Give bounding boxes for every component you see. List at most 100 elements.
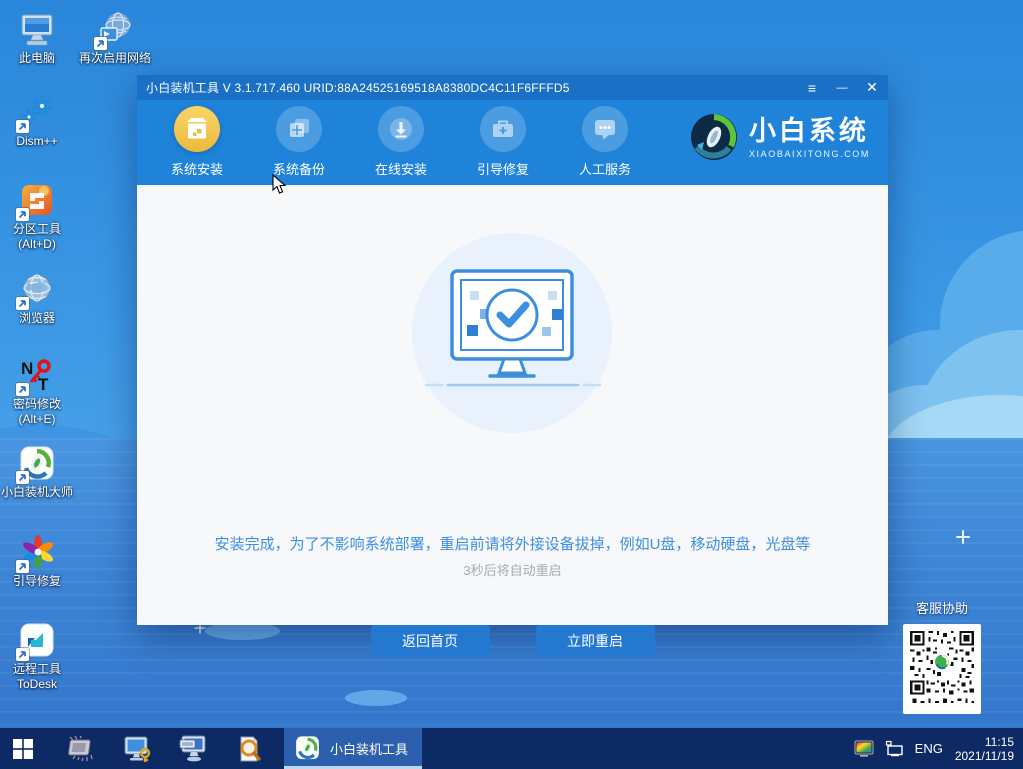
- desktop-icon-label: 分区工具: [12, 222, 61, 236]
- windows-backup-icon: [276, 106, 322, 152]
- xiaobai-logo-icon: [690, 114, 737, 160]
- window-tabbar: 系统安装 系统备份 在线安装 引导修复 人工服务 小白系统 XIAOBAIXIT…: [137, 100, 888, 185]
- support-qr-panel: 客服协助: [896, 598, 988, 714]
- active-app-label: 小白装机工具: [330, 742, 409, 757]
- qr-title: 客服协助: [915, 601, 968, 616]
- clock-date: 2021/11/19: [954, 748, 1014, 763]
- chat-bubble-icon: [582, 106, 628, 152]
- sparkle: [956, 530, 970, 544]
- desktop-icon-browser[interactable]: 浏览器: [0, 272, 80, 326]
- desktop-icon-label2: (Alt+E): [18, 412, 56, 426]
- desktop-icon-enable-network[interactable]: 再次启用网络: [72, 12, 158, 66]
- monitor-keyboard-icon: [179, 735, 206, 761]
- desktop-icon-xiaobai-master[interactable]: 小白装机大师: [0, 446, 80, 500]
- monitor-key-icon: [124, 736, 151, 762]
- chip-icon: [68, 735, 93, 761]
- brand-name: 小白系统: [748, 115, 869, 146]
- desktop: 此电脑 再次启用网络 Dism++ 分区工具 (Alt+D) 浏览器 N T 密…: [0, 0, 1023, 769]
- svg-text:T: T: [38, 375, 49, 394]
- browser-globe-icon: [16, 272, 56, 310]
- language-indicator[interactable]: ENG: [915, 741, 943, 756]
- shortcut-arrow-icon: [16, 120, 29, 133]
- svg-text:N: N: [21, 359, 33, 378]
- desktop-icon-label2: (Alt+D): [18, 237, 56, 251]
- taskbar-active-app[interactable]: 小白装机工具: [284, 728, 423, 769]
- network-globe-icon: [94, 12, 134, 50]
- tab-boot-repair[interactable]: 引导修复: [457, 106, 549, 178]
- this-pc-icon: [18, 12, 56, 48]
- taskbar-search-doc-app[interactable]: [228, 728, 270, 769]
- desktop-icon-label: 引导修复: [12, 574, 61, 588]
- shortcut-arrow-icon: [16, 383, 29, 396]
- taskbar: 小白装机工具 ENG 11:15 2021/11/19: [0, 728, 1023, 769]
- network-status-icon[interactable]: [885, 740, 905, 757]
- shortcut-arrow-icon: [16, 471, 29, 484]
- shortcut-arrow-icon: [16, 560, 29, 573]
- desktop-icon-label: 远程工具: [12, 662, 61, 676]
- desktop-icon-dism[interactable]: Dism++: [0, 95, 80, 149]
- minimize-icon[interactable]: —: [834, 82, 850, 94]
- tab-system-backup[interactable]: 系统备份: [253, 106, 345, 178]
- tab-label: 人工服务: [578, 162, 631, 177]
- download-icon: [378, 106, 424, 152]
- window-title: 小白装机工具 V 3.1.717.460 URID:88A24525169518…: [146, 81, 570, 95]
- restart-now-button[interactable]: 立即重启: [535, 625, 655, 657]
- clock-time: 11:15: [984, 734, 1014, 749]
- taskbar-clock[interactable]: 11:15 2021/11/19: [955, 735, 1023, 763]
- desktop-icon-label: 浏览器: [18, 311, 55, 325]
- xiaobai-app-icon: [296, 736, 319, 760]
- tab-label: 系统安装: [170, 162, 223, 177]
- toolbox-icon: [480, 106, 526, 152]
- taskbar-cpu-app[interactable]: [60, 728, 102, 769]
- countdown-text: 3秒后将自动重启: [463, 563, 562, 578]
- taskbar-display-keyboard-app[interactable]: [172, 728, 214, 769]
- system-tray: ENG 11:15 2021/11/19: [854, 728, 1023, 769]
- desktop-icon-todesk[interactable]: 远程工具 ToDesk: [0, 623, 80, 692]
- tab-online-install[interactable]: 在线安装: [355, 106, 447, 178]
- gears-icon: [16, 95, 56, 133]
- menu-icon[interactable]: ≡: [804, 80, 820, 96]
- tab-label: 引导修复: [476, 162, 529, 177]
- search-document-icon: [240, 736, 261, 761]
- completion-message: 安装完成，为了不影响系统部署，重启前请将外接设备拔掉，例如U盘，移动硬盘，光盘等: [214, 536, 811, 553]
- desktop-icon-this-pc[interactable]: 此电脑: [0, 12, 80, 66]
- back-home-button[interactable]: 返回首页: [370, 625, 490, 657]
- tab-label: 在线安装: [374, 162, 427, 177]
- monitor-check-icon: [424, 269, 602, 387]
- partition-tool-icon: [16, 183, 56, 221]
- window-titlebar[interactable]: 小白装机工具 V 3.1.717.460 URID:88A24525169518…: [137, 75, 888, 100]
- qr-code: [903, 624, 981, 714]
- tab-label: 系统备份: [272, 162, 325, 177]
- shortcut-arrow-icon: [16, 297, 29, 310]
- display-settings-icon[interactable]: [854, 740, 874, 757]
- desktop-icon-label: Dism++: [16, 134, 58, 148]
- desktop-icon-boot-repair[interactable]: 引导修复: [0, 535, 80, 589]
- desktop-icon-label: 此电脑: [18, 51, 55, 65]
- start-button[interactable]: [0, 728, 46, 769]
- tab-human-service[interactable]: 人工服务: [559, 106, 651, 178]
- todesk-icon: [16, 623, 56, 661]
- nt-password-key-icon: N T: [16, 358, 56, 396]
- shortcut-arrow-icon: [16, 208, 29, 221]
- install-box-icon: [174, 106, 220, 152]
- mouse-cursor: [272, 174, 287, 194]
- brand-area: 小白系统 XIAOBAIXITONG.COM: [689, 112, 870, 162]
- desktop-icon-partition-tool[interactable]: 分区工具 (Alt+D): [0, 183, 80, 252]
- pinwheel-icon: [16, 535, 56, 573]
- success-illustration: [412, 233, 612, 433]
- xiaobai-swirl-icon: [16, 446, 56, 484]
- desktop-icon-label: 小白装机大师: [0, 485, 73, 499]
- desktop-icon-label: 密码修改: [12, 397, 61, 411]
- window-content: 安装完成，为了不影响系统部署，重启前请将外接设备拔掉，例如U盘，移动硬盘，光盘等…: [137, 185, 888, 657]
- shortcut-arrow-icon: [94, 37, 107, 50]
- desktop-icon-label: 再次启用网络: [78, 51, 151, 65]
- windows-logo-icon: [13, 738, 33, 759]
- taskbar-display-key-app[interactable]: [116, 728, 158, 769]
- tab-system-install[interactable]: 系统安装: [151, 106, 243, 178]
- brand-site: XIAOBAIXITONG.COM: [748, 148, 870, 159]
- desktop-icon-label2: ToDesk: [16, 677, 57, 691]
- cloud: [345, 690, 407, 706]
- shortcut-arrow-icon: [16, 648, 29, 661]
- desktop-icon-password-change[interactable]: N T 密码修改 (Alt+E): [0, 358, 80, 427]
- close-icon[interactable]: ✕: [864, 79, 880, 96]
